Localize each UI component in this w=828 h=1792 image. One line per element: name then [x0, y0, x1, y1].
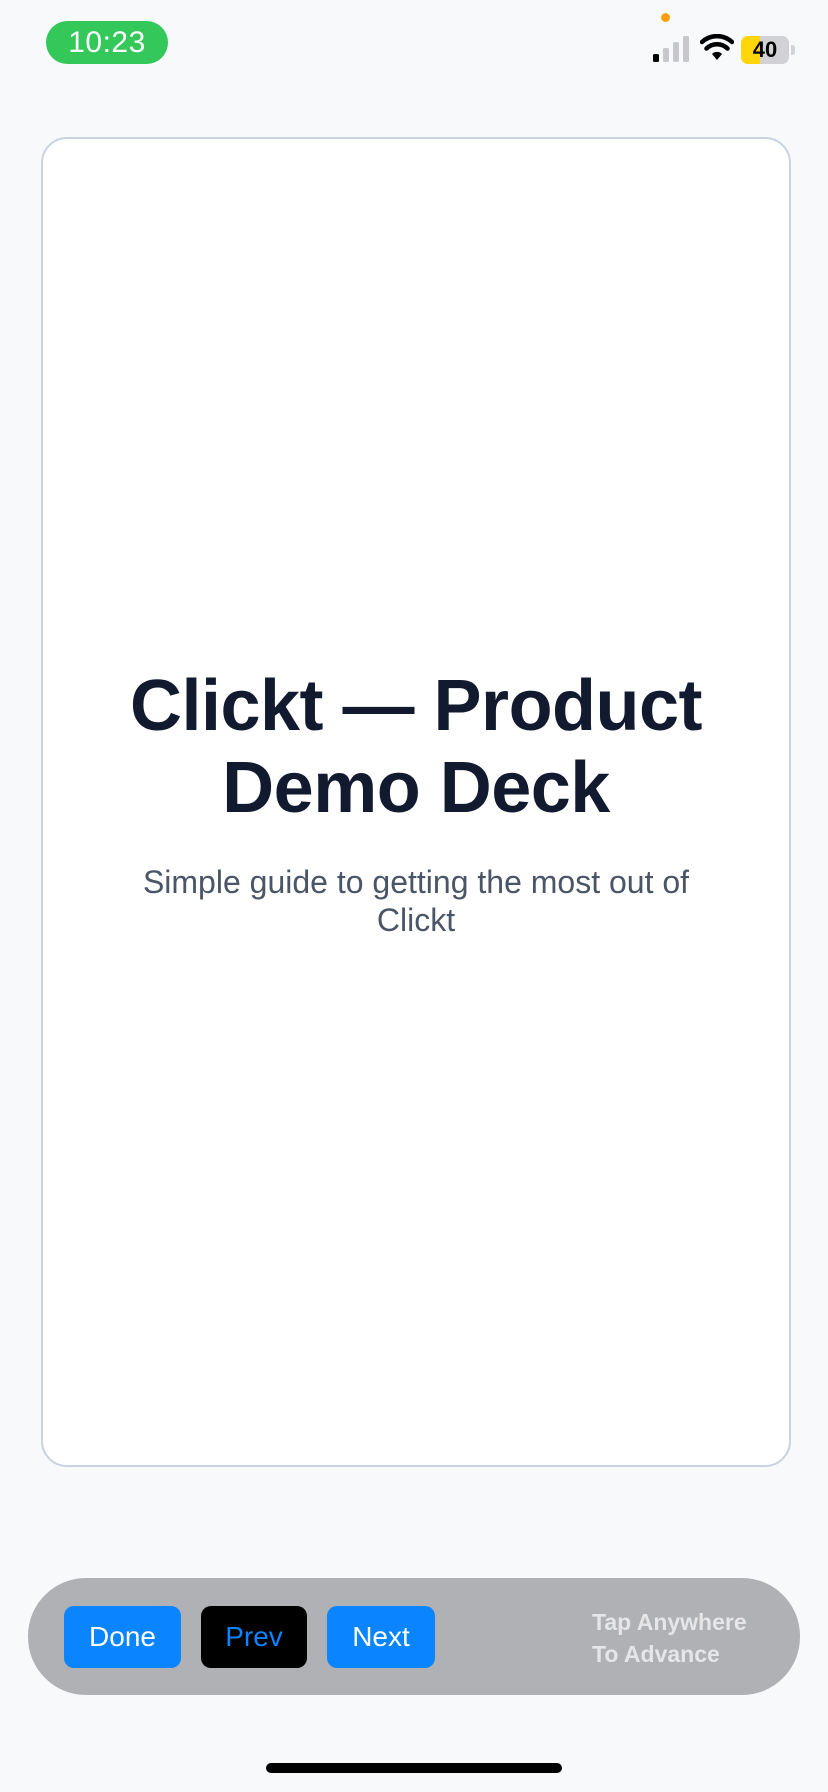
prev-button[interactable]: Prev: [201, 1606, 307, 1668]
done-button[interactable]: Done: [64, 1606, 181, 1668]
status-time: 10:23: [46, 21, 168, 64]
status-bar: 10:23 40: [0, 0, 828, 90]
slide-card[interactable]: Clickt — Product Demo Deck Simple guide …: [41, 137, 791, 1467]
presentation-control-bar: Done Prev Next Tap Anywhere To Advance: [28, 1578, 800, 1695]
wifi-icon: [700, 34, 734, 60]
tap-to-advance-hint: Tap Anywhere To Advance: [592, 1606, 782, 1670]
slide-title: Clickt — Product Demo Deck: [129, 666, 703, 828]
hint-line-1: Tap Anywhere: [592, 1609, 747, 1635]
privacy-indicator-dot: [661, 13, 670, 22]
home-indicator[interactable]: [266, 1763, 562, 1773]
next-button[interactable]: Next: [327, 1606, 435, 1668]
slide-subtitle: Simple guide to getting the most out of …: [142, 864, 690, 938]
battery-level: 40: [752, 37, 778, 62]
battery-icon: 40: [741, 36, 789, 64]
hint-line-2: To Advance: [592, 1641, 720, 1667]
slide-content: Clickt — Product Demo Deck Simple guide …: [43, 139, 789, 1465]
signal-icon: [653, 36, 689, 62]
battery-cap: [791, 45, 795, 55]
